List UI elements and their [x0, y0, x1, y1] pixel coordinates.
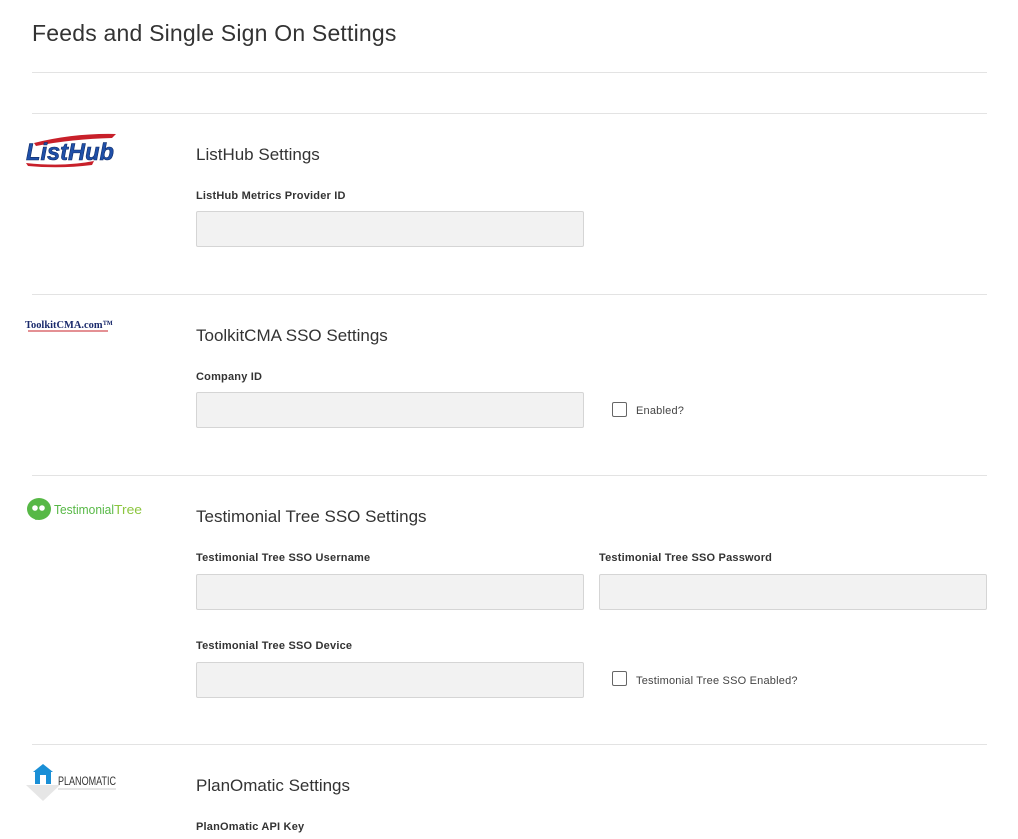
section-divider: [32, 113, 987, 114]
testimonial-password-label: Testimonial Tree SSO Password: [599, 552, 773, 564]
svg-text:ListHub: ListHub: [26, 139, 114, 166]
testimonial-username-input[interactable]: [196, 574, 584, 610]
toolkitcma-logo-image: ToolkitCMA.com™: [25, 319, 113, 332]
svg-text:ToolkitCMA.com™: ToolkitCMA.com™: [25, 319, 113, 331]
svg-text:Testimonial: Testimonial: [54, 502, 114, 517]
listhub-logo-image: ListHub: [26, 133, 116, 168]
testimonial-device-label: Testimonial Tree SSO Device: [196, 640, 353, 652]
planomatic-logo-image: PLANOMATIC: [26, 764, 116, 801]
page-title: Feeds and Single Sign On Settings: [32, 20, 397, 46]
section-divider: [32, 744, 987, 745]
testimonial-password-input[interactable]: [599, 574, 987, 610]
planomatic-api-key-label: PlanOmatic API Key: [196, 821, 305, 833]
svg-text:Tree: Tree: [114, 502, 142, 517]
toolkit-enabled-label[interactable]: Enabled?: [636, 405, 684, 417]
planomatic-logo: PLANOMATIC: [24, 763, 118, 814]
toolkit-company-id-label: Company ID: [196, 371, 263, 383]
toolkitcma-logo: ToolkitCMA.com™: [24, 318, 118, 339]
testimonial-settings-title: Testimonial Tree SSO Settings: [196, 507, 427, 526]
listhub-logo: ListHub: [24, 131, 118, 174]
testimonial-device-input[interactable]: [196, 662, 584, 698]
testimonial-enabled-checkbox[interactable]: [612, 671, 627, 686]
listhub-metrics-id-input[interactable]: [196, 211, 584, 247]
toolkit-settings-title: ToolkitCMA SSO Settings: [196, 326, 388, 345]
testimonial-tree-logo: Testimonial Tree: [26, 496, 144, 529]
title-divider: [32, 72, 987, 73]
testimonial-username-label: Testimonial Tree SSO Username: [196, 552, 371, 564]
section-divider: [32, 294, 987, 295]
testimonial-enabled-label[interactable]: Testimonial Tree SSO Enabled?: [636, 675, 798, 687]
planomatic-settings-title: PlanOmatic Settings: [196, 776, 351, 795]
toolkit-enabled-checkbox[interactable]: [612, 402, 627, 417]
toolkit-company-id-input[interactable]: [196, 392, 584, 428]
testimonial-tree-logo-image: Testimonial Tree: [27, 498, 142, 520]
listhub-metrics-id-label: ListHub Metrics Provider ID: [196, 190, 346, 202]
svg-text:PLANOMATIC: PLANOMATIC: [58, 774, 116, 788]
listhub-settings-title: ListHub Settings: [196, 145, 320, 164]
section-divider: [32, 475, 987, 476]
